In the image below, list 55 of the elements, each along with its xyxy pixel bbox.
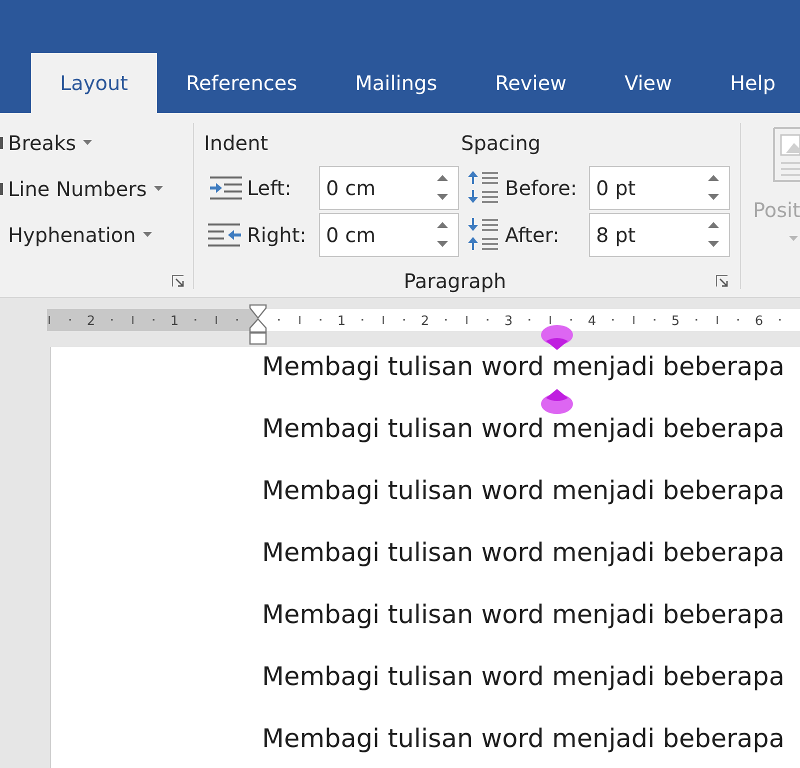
marker-icon[interactable] <box>541 325 573 350</box>
spin-down-icon[interactable] <box>708 194 719 200</box>
spin-up-icon[interactable] <box>708 222 719 228</box>
dropdown-button[interactable]: Hyphenation <box>0 214 193 255</box>
body-paragraph: Membagi tulisan word menjadi beberapa <box>262 350 784 384</box>
marker-icon[interactable] <box>541 389 573 414</box>
spin-up-icon[interactable] <box>437 222 448 228</box>
field-label: Before: <box>505 174 578 202</box>
body-paragraph: Membagi tulisan word menjadi beberapa <box>262 474 784 508</box>
ribbon-tab[interactable]: Help <box>700 52 800 113</box>
indent-left-icon <box>208 176 242 200</box>
group-label: Paragraph <box>402 268 508 295</box>
field-label: Left: <box>247 174 292 202</box>
spin-down-icon[interactable] <box>437 194 448 200</box>
dialog-launcher-icon[interactable] <box>716 274 728 287</box>
indent-right-icon <box>208 222 242 247</box>
spacing-before-icon <box>466 171 498 204</box>
dropdown-button[interactable]: Line Numbers <box>0 168 193 209</box>
ribbon-tab[interactable]: Review <box>466 52 596 113</box>
indent-field[interactable]: 0 cm <box>319 166 459 210</box>
caret-icon[interactable] <box>83 140 92 146</box>
spin-up-icon[interactable] <box>437 175 448 182</box>
caret-icon[interactable] <box>154 186 163 192</box>
body-paragraph: Membagi tulisan word menjadi beberapa <box>262 536 784 570</box>
spacing-after-icon <box>466 218 498 252</box>
ruler-number: 4 <box>588 314 596 329</box>
body-paragraph: Membagi tulisan word menjadi beberapa <box>262 660 784 694</box>
spin-down-icon[interactable] <box>708 241 719 248</box>
body-paragraph: Membagi tulisan word menjadi beberapa <box>262 412 784 446</box>
body-paragraph: Membagi tulisan word menjadi beberapa <box>262 722 784 756</box>
ruler-number: 3 <box>504 314 513 329</box>
field-label: After: <box>505 222 560 249</box>
dropdown-button[interactable]: Breaks <box>0 122 193 163</box>
field-label: Right: <box>247 222 308 249</box>
ribbon-tab[interactable]: View <box>595 52 701 113</box>
ruler-number: 1 <box>337 314 346 329</box>
ruler-number: 2 <box>86 314 96 329</box>
ribbon-tab[interactable]: Mailings <box>326 52 466 113</box>
section-heading: Indent <box>204 130 270 157</box>
indent-marker-icon[interactable] <box>249 304 267 345</box>
spacing-field[interactable]: 0 pt <box>589 166 730 210</box>
spin-down-icon[interactable] <box>437 241 448 248</box>
ruler-number: 2 <box>420 314 430 329</box>
indent-field[interactable]: 0 cm <box>319 212 459 257</box>
caret-icon[interactable] <box>142 232 152 238</box>
ruler-number: 1 <box>170 314 179 329</box>
ruler-number: 6 <box>754 314 764 329</box>
dialog-launcher-icon[interactable] <box>172 274 184 287</box>
ruler-number: 5 <box>671 314 680 329</box>
spacing-field[interactable]: 8 pt <box>589 212 730 257</box>
ribbon-tab[interactable]: References <box>157 52 326 113</box>
spin-up-icon[interactable] <box>708 175 719 182</box>
section-heading: Spacing <box>461 130 542 157</box>
body-paragraph: Membagi tulisan word menjadi beberapa <box>262 598 784 632</box>
ribbon-tab[interactable]: Layout <box>31 52 157 113</box>
